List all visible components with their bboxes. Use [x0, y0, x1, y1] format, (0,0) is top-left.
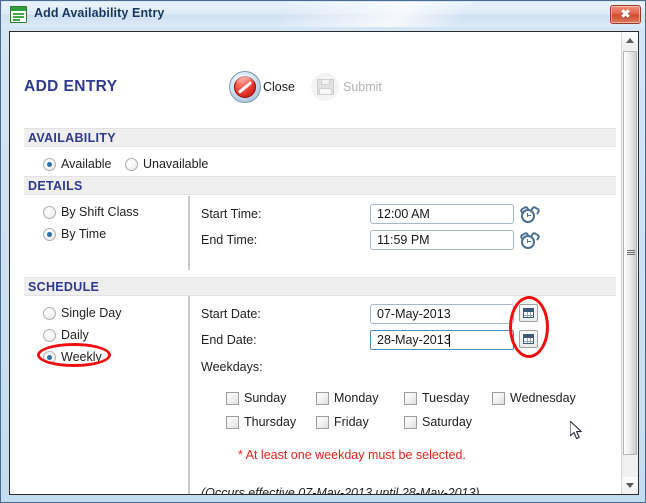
checkbox-sunday-label: Sunday: [244, 391, 286, 405]
scrollbar-thumb[interactable]: [623, 51, 637, 455]
submit-button-label: Submit: [343, 80, 382, 94]
end-date-input[interactable]: 28-May-2013: [370, 330, 514, 350]
scrollbar-grip-icon: [627, 250, 635, 257]
checkbox-tuesday-box: [404, 392, 417, 405]
start-time-input[interactable]: 12:00 AM: [370, 204, 514, 224]
radio-single-day[interactable]: Single Day: [43, 306, 121, 320]
checkbox-sunday[interactable]: Sunday: [226, 391, 286, 405]
radio-by-time-label: By Time: [61, 227, 106, 241]
radio-available-label: Available: [61, 157, 112, 171]
checkbox-saturday[interactable]: Saturday: [404, 415, 472, 429]
radio-by-shift-class-indicator: [43, 206, 56, 219]
start-date-label: Start Date:: [201, 307, 261, 321]
checkbox-tuesday[interactable]: Tuesday: [404, 391, 469, 405]
radio-unavailable-label: Unavailable: [143, 157, 208, 171]
section-header-details: DETAILS: [24, 176, 616, 195]
radio-daily-label: Daily: [61, 328, 89, 342]
end-date-label: End Date:: [201, 333, 257, 347]
start-time-label: Start Time:: [201, 207, 261, 221]
checkbox-friday-box: [316, 416, 329, 429]
radio-weekly-label: Weekly: [61, 350, 102, 364]
radio-daily[interactable]: Daily: [43, 328, 89, 342]
checkbox-friday-label: Friday: [334, 415, 369, 429]
form-client-area: ADD ENTRY Close Submit AVAILABILITY: [9, 31, 639, 495]
close-button[interactable]: Close: [228, 68, 295, 106]
checkbox-sunday-box: [226, 392, 239, 405]
chevron-up-icon: [626, 38, 634, 43]
section-header-details-label: DETAILS: [28, 179, 83, 193]
radio-single-day-label: Single Day: [61, 306, 121, 320]
checkbox-thursday-box: [226, 416, 239, 429]
end-time-label: End Time:: [201, 233, 257, 247]
radio-unavailable[interactable]: Unavailable: [125, 157, 208, 171]
radio-by-shift-class[interactable]: By Shift Class: [43, 205, 139, 219]
checkbox-friday[interactable]: Friday: [316, 415, 369, 429]
end-time-input[interactable]: 11:59 PM: [370, 230, 514, 250]
start-time-clock-icon[interactable]: [520, 206, 537, 223]
submit-button[interactable]: Submit: [308, 68, 382, 106]
checkbox-monday-label: Monday: [334, 391, 378, 405]
checkbox-saturday-label: Saturday: [422, 415, 472, 429]
checkbox-monday-box: [316, 392, 329, 405]
title-bar: Add Availability Entry ✖: [2, 2, 646, 27]
end-time-clock-icon[interactable]: [520, 232, 537, 249]
dialog-window: Add Availability Entry ✖ ADD ENTRY Close: [0, 0, 646, 503]
section-header-availability: AVAILABILITY: [24, 128, 616, 147]
document-list-icon: [10, 6, 27, 23]
radio-weekly[interactable]: Weekly: [43, 350, 102, 364]
checkbox-tuesday-label: Tuesday: [422, 391, 469, 405]
close-icon: ✖: [611, 6, 640, 23]
radio-by-shift-class-label: By Shift Class: [61, 205, 139, 219]
section-header-availability-label: AVAILABILITY: [28, 131, 116, 145]
no-entry-icon: [228, 70, 262, 104]
checkbox-thursday[interactable]: Thursday: [226, 415, 296, 429]
details-divider: [188, 196, 190, 270]
checkbox-wednesday[interactable]: Wednesday: [492, 391, 576, 405]
radio-weekly-indicator: [43, 351, 56, 364]
radio-daily-indicator: [43, 329, 56, 342]
radio-available-indicator: [43, 158, 56, 171]
checkbox-wednesday-box: [492, 392, 505, 405]
validation-message: * At least one weekday must be selected.: [238, 448, 466, 462]
end-date-text-caret: [449, 334, 450, 347]
window-title: Add Availability Entry: [34, 6, 164, 20]
page-title: ADD ENTRY: [24, 78, 117, 96]
section-header-schedule-label: SCHEDULE: [28, 280, 99, 294]
schedule-divider: [188, 296, 190, 495]
checkbox-wednesday-label: Wednesday: [510, 391, 576, 405]
vertical-scrollbar[interactable]: [621, 32, 638, 494]
start-date-calendar-icon[interactable]: [519, 304, 538, 322]
scroll-up-button[interactable]: [622, 32, 638, 49]
end-date-calendar-icon[interactable]: [519, 330, 538, 348]
checkbox-thursday-label: Thursday: [244, 415, 296, 429]
weekdays-label: Weekdays:: [201, 360, 263, 374]
chevron-down-icon: [626, 483, 634, 488]
scroll-down-button[interactable]: [622, 477, 638, 494]
close-button-label: Close: [263, 80, 295, 94]
titlebar-sheen: [271, 2, 552, 27]
radio-single-day-indicator: [43, 307, 56, 320]
checkbox-saturday-box: [404, 416, 417, 429]
section-header-schedule: SCHEDULE: [24, 277, 616, 296]
start-date-input[interactable]: 07-May-2013: [370, 304, 514, 324]
checkbox-monday[interactable]: Monday: [316, 391, 378, 405]
floppy-disk-icon: [308, 70, 342, 104]
radio-available[interactable]: Available: [43, 157, 112, 171]
radio-unavailable-indicator: [125, 158, 138, 171]
occurrence-summary: (Occurs effective 07-May-2013 until 28-M…: [201, 486, 480, 495]
window-close-button[interactable]: ✖: [610, 5, 641, 24]
radio-by-time-indicator: [43, 228, 56, 241]
radio-by-time[interactable]: By Time: [43, 227, 106, 241]
